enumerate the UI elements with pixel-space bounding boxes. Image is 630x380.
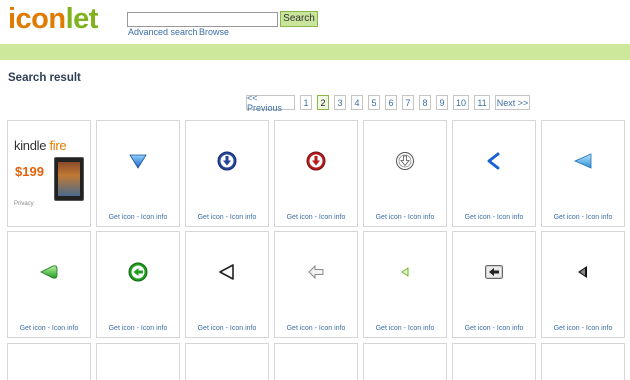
tile-caption[interactable]: Get icon - Icon info: [364, 214, 446, 221]
arrow-left-square-gray-icon[interactable]: [453, 260, 535, 284]
ad-privacy-link[interactable]: Privacy: [14, 201, 34, 207]
tile-caption[interactable]: Get icon - Icon info: [186, 325, 268, 332]
arrow-down-circle-outline-icon[interactable]: [364, 149, 446, 173]
tile-caption[interactable]: Get icon - Icon info: [453, 214, 535, 221]
page-9-button[interactable]: 9: [436, 95, 448, 110]
browse-link[interactable]: Browse: [199, 27, 229, 37]
arrow-left-circle-green-icon[interactable]: [97, 260, 179, 284]
icon-tile[interactable]: Get icon - Icon info: [274, 231, 358, 338]
icon-tile[interactable]: Get icon - Icon info: [96, 231, 180, 338]
tile-caption[interactable]: Get icon - Icon info: [542, 214, 624, 221]
page-4-button[interactable]: 4: [351, 95, 363, 110]
triangle-left-outline-icon[interactable]: [186, 260, 268, 284]
icon-tile[interactable]: Get icon - Icon info: [363, 231, 447, 338]
icon-tile[interactable]: [7, 343, 91, 380]
icon-tile[interactable]: [274, 343, 358, 380]
triangle-down-blue-icon[interactable]: [97, 149, 179, 173]
ad-brand: kindle fire: [14, 138, 67, 153]
triangle-left-glossy-green-icon[interactable]: [8, 260, 90, 284]
icon-tile[interactable]: Get icon - Icon info: [452, 231, 536, 338]
search-input[interactable]: [127, 12, 278, 27]
icon-tile[interactable]: Get icon - Icon info: [185, 231, 269, 338]
page-7-button[interactable]: 7: [402, 95, 414, 110]
kindle-fire-ad[interactable]: kindle fire $199 Privacy: [10, 131, 87, 211]
advanced-search-link[interactable]: Advanced search: [128, 27, 198, 37]
page-6-button[interactable]: 6: [385, 95, 397, 110]
arrow-circle-blue-icon[interactable]: [186, 372, 268, 380]
icon-tile[interactable]: Get icon - Icon info: [185, 120, 269, 227]
tile-caption[interactable]: Get icon - Icon info: [97, 214, 179, 221]
search-button[interactable]: Search: [280, 11, 318, 27]
site-logo[interactable]: iconlet: [8, 2, 98, 36]
page-10-button[interactable]: 10: [453, 95, 469, 110]
icon-tile[interactable]: Get icon - Icon info: [541, 231, 625, 338]
page-8-button[interactable]: 8: [419, 95, 431, 110]
icon-tile[interactable]: Get icon - Icon info: [274, 120, 358, 227]
triangle-left-glossy-blue-icon[interactable]: [542, 149, 624, 173]
icon-tile[interactable]: Get icon - Icon info: [452, 120, 536, 227]
arrow-left-outline-gray-icon[interactable]: [275, 260, 357, 284]
tile-caption[interactable]: Get icon - Icon info: [97, 325, 179, 332]
page-2-button[interactable]: 2: [317, 95, 329, 110]
previous-page-button[interactable]: << Previous: [246, 93, 295, 113]
header-divider-bar: [0, 44, 630, 60]
triangle-left-small-green-icon[interactable]: [364, 260, 446, 284]
tile-caption[interactable]: Get icon - Icon info: [542, 325, 624, 332]
page-1-button[interactable]: 1: [300, 95, 312, 110]
icon-tile[interactable]: [185, 343, 269, 380]
icon-tile[interactable]: Get icon - Icon info: [7, 231, 91, 338]
tile-caption[interactable]: Get icon - Icon info: [8, 325, 90, 332]
icon-tile[interactable]: Get icon - Icon info: [363, 120, 447, 227]
tablet-image: [54, 157, 84, 201]
chevron-blue-icon[interactable]: [453, 372, 535, 380]
icon-tile[interactable]: [452, 343, 536, 380]
arrow-down-circle-red-icon[interactable]: [275, 149, 357, 173]
icon-tile[interactable]: [363, 343, 447, 380]
tile-caption[interactable]: Get icon - Icon info: [364, 325, 446, 332]
tile-caption[interactable]: Get icon - Icon info: [275, 325, 357, 332]
arrow-down-circle-blue-icon[interactable]: [186, 149, 268, 173]
chevron-left-blue-icon[interactable]: [453, 149, 535, 173]
arrow-left-icon[interactable]: [97, 372, 179, 380]
next-page-button[interactable]: Next >>: [495, 95, 530, 110]
page-5-button[interactable]: 5: [368, 95, 380, 110]
ad-price: $199: [15, 164, 44, 179]
tile-caption[interactable]: Get icon - Icon info: [453, 325, 535, 332]
triangle-left-black-icon[interactable]: [542, 260, 624, 284]
page-3-button[interactable]: 3: [334, 95, 346, 110]
tile-caption[interactable]: Get icon - Icon info: [275, 214, 357, 221]
page-title: Search result: [8, 72, 81, 84]
page-11-button[interactable]: 11: [474, 95, 490, 110]
arrow-circle-outline-icon[interactable]: [364, 372, 446, 380]
icon-tile[interactable]: Get icon - Icon info: [96, 120, 180, 227]
icon-tile[interactable]: [541, 343, 625, 380]
tile-caption[interactable]: Get icon - Icon info: [186, 214, 268, 221]
triangle-blue-icon[interactable]: [542, 372, 624, 380]
arrow-circle-red-icon[interactable]: [275, 372, 357, 380]
site-header: iconlet Search Advanced search Browse: [0, 0, 630, 44]
icon-tile[interactable]: Get icon - Icon info: [541, 120, 625, 227]
icon-tile[interactable]: [96, 343, 180, 380]
